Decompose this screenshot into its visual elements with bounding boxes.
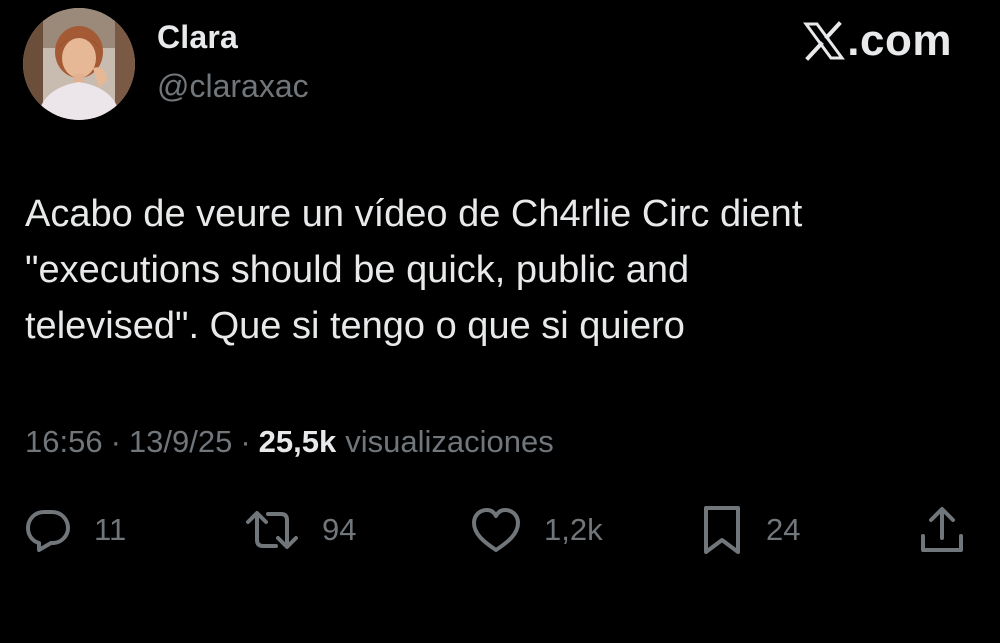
brand-watermark: .com	[803, 16, 952, 66]
reply-button[interactable]: 11	[24, 500, 126, 560]
share-icon	[921, 507, 963, 552]
author-name[interactable]: Clara	[157, 19, 238, 56]
x-logo-icon	[803, 21, 846, 61]
tweet-time[interactable]: 16:56	[25, 424, 103, 460]
retweet-button[interactable]: 94	[244, 500, 356, 560]
bookmark-button[interactable]: 24	[700, 500, 800, 560]
views-count[interactable]: 25,5k	[259, 424, 337, 460]
like-button[interactable]: 1,2k	[470, 500, 603, 560]
retweet-icon	[246, 511, 298, 549]
like-count: 1,2k	[544, 512, 603, 547]
reply-count: 11	[94, 512, 127, 547]
bookmark-count: 24	[766, 512, 801, 547]
meta-separator: ·	[110, 424, 121, 459]
retweet-count: 94	[322, 512, 357, 547]
tweet-meta: 16:56 · 13/9/25 · 25,5k visualizaciones	[25, 424, 554, 460]
brand-text: .com	[847, 16, 952, 65]
share-button[interactable]	[918, 500, 966, 560]
reply-icon	[26, 510, 70, 552]
heart-icon	[472, 508, 520, 552]
avatar[interactable]	[23, 8, 135, 120]
action-bar: 11 94 1,2k 24	[0, 500, 1000, 560]
views-label: visualizaciones	[345, 424, 554, 459]
meta-separator: ·	[240, 424, 251, 459]
tweet-card: Clara @claraxac .com Acabo de veure un v…	[0, 0, 1000, 643]
tweet-date[interactable]: 13/9/25	[129, 424, 232, 460]
tweet-text: Acabo de veure un vídeo de Ch4rlie Circ …	[25, 193, 803, 347]
bookmark-icon	[704, 506, 740, 554]
author-handle[interactable]: @claraxac	[157, 68, 309, 105]
avatar-photo	[23, 8, 135, 120]
